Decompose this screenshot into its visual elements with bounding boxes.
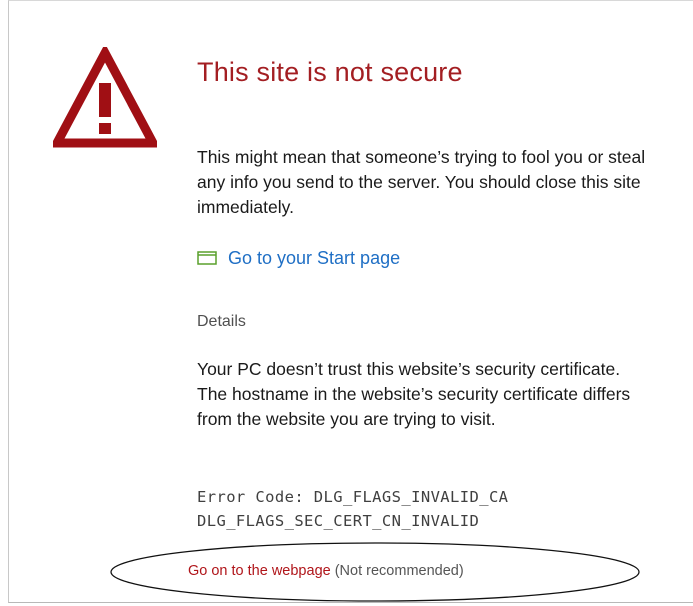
details-toggle[interactable]: Details	[197, 313, 246, 331]
start-page-link-label: Go to your Start page	[228, 247, 401, 268]
warning-triangle-icon	[53, 47, 157, 148]
details-text: Your PC doesn’t trust this website’s sec…	[197, 357, 657, 432]
start-page-link[interactable]: Go to your Start page	[197, 246, 400, 270]
details-line: The hostname in the website’s security c…	[197, 384, 631, 429]
error-codes: Error Code: DLG_FLAGS_INVALID_CA DLG_FLA…	[197, 485, 508, 533]
error-page: This site is not secure This might mean …	[8, 0, 693, 603]
continue-to-webpage-link[interactable]: Go on to the webpage	[188, 563, 331, 579]
not-recommended-note: (Not recommended)	[330, 563, 464, 579]
page-title: This site is not secure	[197, 57, 463, 87]
start-page-icon	[197, 251, 217, 265]
warning-message: This might mean that someone’s trying to…	[197, 147, 646, 217]
continue-to-webpage: Go on to the webpage (Not recommended)	[188, 563, 464, 579]
error-code-line: Error Code: DLG_FLAGS_INVALID_CA	[197, 488, 509, 506]
details-line: Your PC doesn’t trust this website’s sec…	[197, 359, 621, 379]
error-code-line: DLG_FLAGS_SEC_CERT_CN_INVALID	[197, 512, 480, 530]
